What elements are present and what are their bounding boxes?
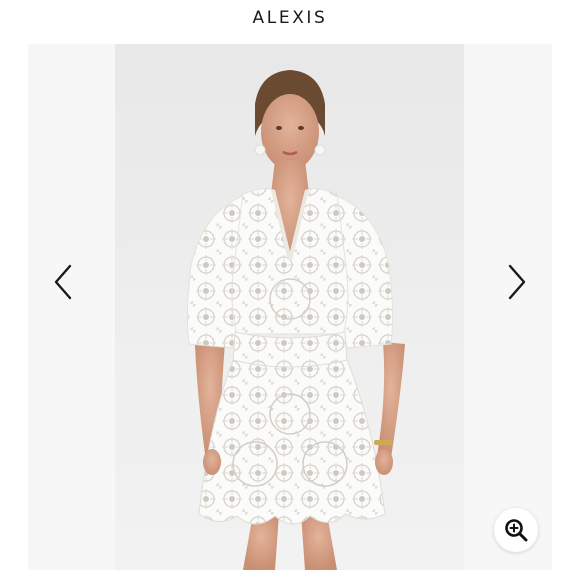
previous-image-button[interactable] <box>43 262 83 302</box>
brand-logo[interactable]: ALEXIS <box>0 8 580 28</box>
zoom-button[interactable] <box>494 508 538 552</box>
chevron-left-icon <box>54 264 72 300</box>
product-photo[interactable] <box>115 44 464 570</box>
zoom-in-icon <box>505 519 528 542</box>
product-photo-art <box>186 70 405 570</box>
next-image-button[interactable] <box>497 262 537 302</box>
chevron-right-icon <box>508 264 526 300</box>
product-image-gallery <box>28 44 552 570</box>
